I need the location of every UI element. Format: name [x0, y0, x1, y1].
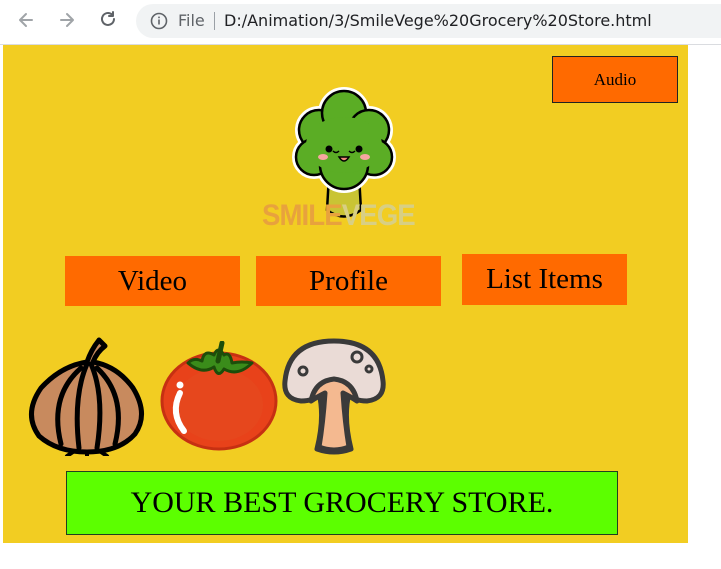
url-text[interactable]: D:/Animation/3/SmileVege%20Grocery%20Sto… [224, 11, 652, 30]
mushroom-icon [282, 338, 386, 455]
audio-button[interactable]: Audio [552, 56, 678, 103]
reload-icon[interactable] [96, 8, 120, 32]
info-icon[interactable] [150, 12, 168, 30]
brand-part-vege: VEGE [341, 199, 416, 232]
tagline-banner: YOUR BEST GROCERY STORE. [66, 471, 618, 535]
nav-profile[interactable]: Profile [256, 256, 441, 306]
address-bar[interactable]: File D:/Animation/3/SmileVege%20Grocery%… [136, 4, 721, 38]
nav-video[interactable]: Video [65, 256, 240, 306]
back-arrow-icon[interactable] [14, 8, 38, 32]
browser-toolbar: File D:/Animation/3/SmileVege%20Grocery%… [0, 0, 721, 45]
brand-logo: SMILEVEGE [262, 199, 416, 233]
file-label: File [178, 11, 205, 30]
brand-part-smile: SMILE [262, 199, 343, 232]
forward-arrow-icon[interactable] [55, 8, 79, 32]
page-body: Audio SMILEVEGE Video Profile List Items [3, 45, 688, 543]
address-separator [214, 12, 215, 30]
tomato-icon [160, 341, 278, 451]
onion-icon [29, 337, 144, 456]
nav-list-items[interactable]: List Items [462, 254, 627, 305]
